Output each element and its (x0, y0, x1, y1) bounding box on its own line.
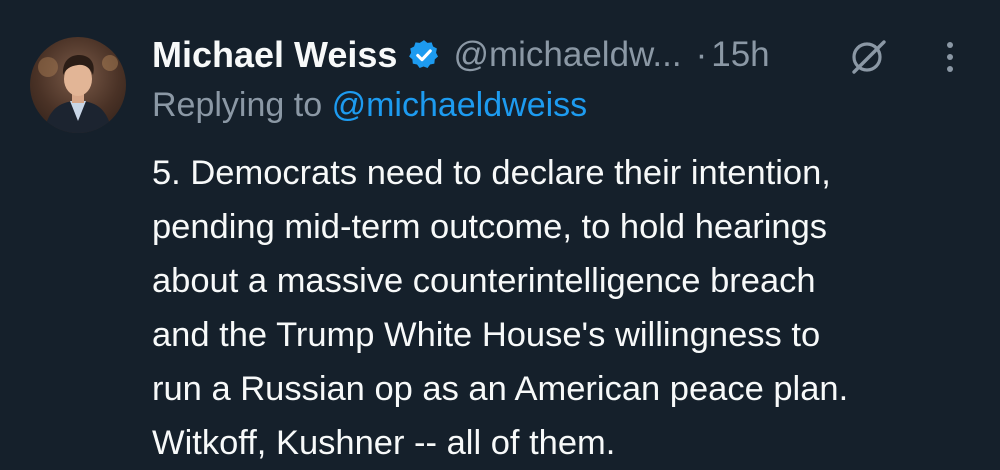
replying-to-label: Replying to (152, 86, 323, 124)
separator-dot: · (695, 35, 708, 74)
replying-to: Replying to @michaeldweiss (152, 86, 587, 125)
author-name[interactable]: Michael Weiss (152, 34, 397, 76)
tweet-text-line: and the Trump White House's willingness … (152, 316, 821, 354)
avatar-portrait-icon (38, 55, 118, 133)
tweet-text-line: run a Russian op as an American peace pl… (152, 370, 849, 408)
more-options-icon[interactable] (938, 40, 962, 74)
replying-to-mention[interactable]: @michaeldweiss (332, 86, 588, 124)
tweet-text-line: about a massive counterintelligence brea… (152, 262, 816, 300)
author-handle[interactable]: @michaeldw... (453, 35, 681, 75)
tweet-text-line: 5. Democrats need to declare their inten… (152, 154, 831, 192)
tweet-header: Michael Weiss @michaeldw... · 15h (152, 28, 770, 82)
timestamp[interactable]: 15h (711, 35, 769, 75)
verified-badge-icon (409, 40, 439, 69)
tweet-text-line: Witkoff, Kushner -- all of them. (152, 424, 616, 462)
tweet[interactable]: Michael Weiss @michaeldw... · 15h Replyi… (0, 0, 1000, 462)
grok-icon[interactable] (848, 36, 888, 76)
tweet-text-line: pending mid-term outcome, to hold hearin… (152, 208, 828, 246)
tweet-text: 5. Democrats need to declare their inten… (152, 146, 982, 470)
avatar[interactable] (30, 37, 126, 133)
